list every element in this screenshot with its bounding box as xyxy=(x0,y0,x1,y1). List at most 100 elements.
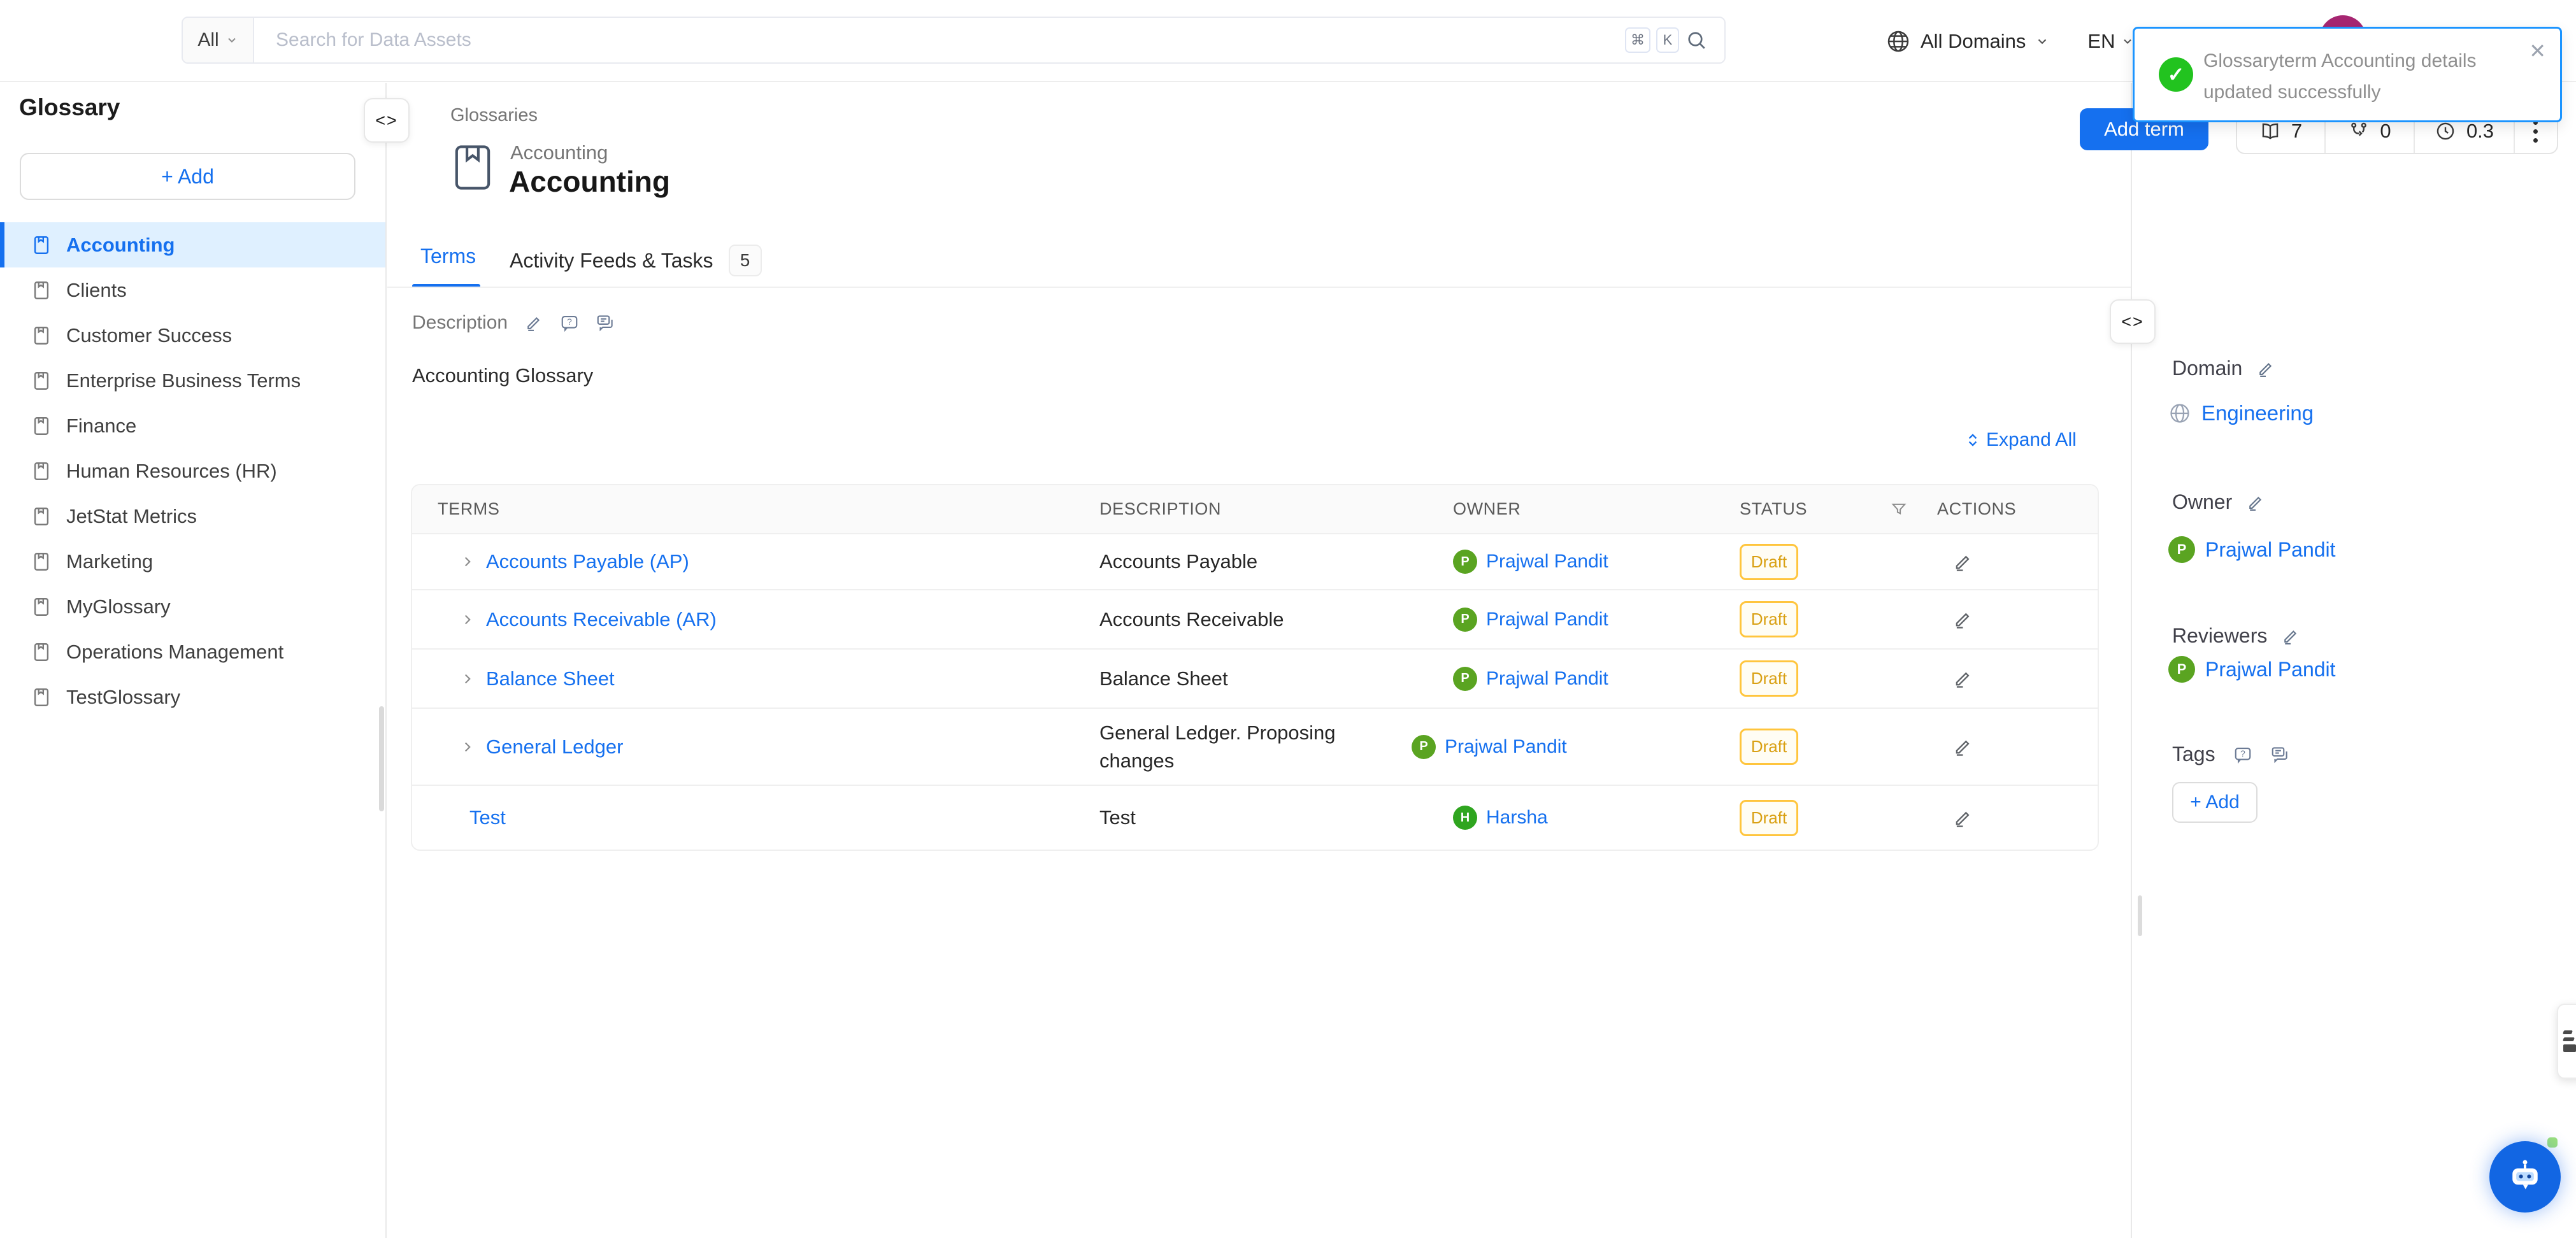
status-badge: Draft xyxy=(1740,800,1798,836)
svg-text:?: ? xyxy=(2240,749,2245,758)
owner-link[interactable]: Prajwal Pandit xyxy=(1486,551,1608,573)
table-row: Accounts Receivable (AR) Accounts Receiv… xyxy=(412,590,2098,650)
add-glossary-button[interactable]: + Add xyxy=(20,153,355,200)
owner-link[interactable]: Prajwal Pandit xyxy=(1445,736,1567,758)
sidebar-item-human-resources[interactable]: Human Resources (HR) xyxy=(0,448,385,494)
domain-link[interactable]: Engineering xyxy=(2201,401,2314,425)
book-icon xyxy=(31,506,52,527)
owner-avatar: P xyxy=(1453,550,1477,574)
term-link[interactable]: Accounts Receivable (AR) xyxy=(486,608,717,631)
table-row: Accounts Payable (AP) Accounts Payable P… xyxy=(412,534,2098,590)
language-selector[interactable]: EN xyxy=(2087,30,2134,53)
edit-reviewers-icon[interactable] xyxy=(2281,627,2300,646)
request-tags-icon[interactable]: ? xyxy=(2233,745,2252,764)
right-panel-divider xyxy=(2131,83,2132,1238)
chat-bot-button[interactable] xyxy=(2489,1141,2561,1213)
toast-close-icon[interactable]: ✕ xyxy=(2529,39,2546,63)
whats-new-widget[interactable] xyxy=(2557,1004,2576,1079)
expand-row-icon[interactable] xyxy=(459,671,476,687)
expand-collapse-icon xyxy=(1964,432,1981,448)
reviewer-value-row: P Prajwal Pandit xyxy=(2168,656,2336,683)
domain-value-row: Engineering xyxy=(2168,401,2314,425)
expand-row-icon[interactable] xyxy=(459,553,476,570)
reviewer-link[interactable]: Prajwal Pandit xyxy=(2205,658,2336,681)
edit-term-icon[interactable] xyxy=(1952,551,1973,573)
kbd-k-badge: K xyxy=(1656,27,1679,53)
reviewer-avatar: P xyxy=(2168,656,2195,683)
page-title: Accounting xyxy=(509,164,670,199)
description-text: Accounting Glossary xyxy=(412,364,593,387)
owner-value-row: P Prajwal Pandit xyxy=(2168,536,2336,563)
tags-section-header: Tags ? xyxy=(2172,743,2289,766)
owner-link[interactable]: Prajwal Pandit xyxy=(1486,609,1608,630)
book-icon xyxy=(31,280,52,301)
chevron-down-icon xyxy=(2035,34,2049,48)
sidebar-item-clients[interactable]: Clients xyxy=(0,267,385,313)
edit-description-icon[interactable] xyxy=(524,313,543,332)
status-badge: Draft xyxy=(1740,601,1798,637)
sidebar-item-label: MyGlossary xyxy=(66,595,171,618)
tab-activity-feeds[interactable]: Activity Feeds & Tasks 5 xyxy=(510,245,762,276)
search-icon[interactable] xyxy=(1685,29,1708,52)
search-input[interactable] xyxy=(254,29,1625,51)
edit-term-icon[interactable] xyxy=(1952,808,1973,829)
book-icon xyxy=(31,687,52,708)
request-description-icon[interactable]: ? xyxy=(560,313,579,332)
owner-avatar: P xyxy=(1412,735,1436,759)
sidebar-item-label: Marketing xyxy=(66,550,153,573)
status-badge: Draft xyxy=(1740,660,1798,697)
tags-comments-icon[interactable] xyxy=(2270,745,2289,764)
term-link[interactable]: Balance Sheet xyxy=(486,667,615,690)
column-actions: ACTIONS xyxy=(1927,499,2098,519)
language-label: EN xyxy=(2087,30,2115,53)
svg-text:?: ? xyxy=(567,317,572,327)
entity-type-label: Accounting xyxy=(510,141,608,164)
term-link[interactable]: Test xyxy=(469,806,506,829)
search-scope-dropdown[interactable]: All xyxy=(183,18,254,62)
main-scrollbar[interactable] xyxy=(2138,895,2142,936)
status-filter-icon[interactable] xyxy=(1890,501,1908,518)
breadcrumb[interactable]: Glossaries xyxy=(450,105,538,126)
add-tag-button[interactable]: + Add xyxy=(2172,782,2258,823)
sidebar-item-finance[interactable]: Finance xyxy=(0,403,385,448)
sidebar-collapse-button[interactable]: <> xyxy=(364,98,410,143)
expand-row-icon[interactable] xyxy=(459,739,476,755)
reviewers-label: Reviewers xyxy=(2172,624,2267,648)
robot-icon xyxy=(2505,1156,2545,1197)
sidebar-item-operations-management[interactable]: Operations Management xyxy=(0,629,385,674)
expand-all-button[interactable]: Expand All xyxy=(1964,429,2077,451)
term-link[interactable]: General Ledger xyxy=(486,736,623,758)
all-domains-dropdown[interactable]: All Domains xyxy=(1885,29,2049,54)
status-badge: Draft xyxy=(1740,544,1798,580)
sidebar-item-label: TestGlossary xyxy=(66,686,180,709)
table-row: Balance Sheet Balance Sheet PPrajwal Pan… xyxy=(412,650,2098,709)
edit-term-icon[interactable] xyxy=(1952,668,1973,689)
task-icon xyxy=(2348,120,2370,142)
term-link[interactable]: Accounts Payable (AP) xyxy=(486,550,689,573)
sidebar-scrollbar[interactable] xyxy=(379,706,384,811)
term-description: Accounts Payable xyxy=(1089,548,1443,576)
owner-link[interactable]: Harsha xyxy=(1486,807,1548,829)
table-row: Test Test HHarsha Draft xyxy=(412,786,2098,850)
sidebar-item-jetstat-metrics[interactable]: JetStat Metrics xyxy=(0,494,385,539)
edit-term-icon[interactable] xyxy=(1952,736,1973,757)
description-header: Description ? xyxy=(412,312,615,334)
sidebar-item-myglossary[interactable]: MyGlossary xyxy=(0,584,385,629)
owner-link[interactable]: Prajwal Pandit xyxy=(1486,668,1608,690)
owner-link[interactable]: Prajwal Pandit xyxy=(2205,538,2336,562)
edit-owner-icon[interactable] xyxy=(2246,493,2265,512)
sidebar-item-marketing[interactable]: Marketing xyxy=(0,539,385,584)
book-icon xyxy=(31,596,52,618)
glossary-entity-icon xyxy=(454,144,492,191)
sidebar-title: Glossary xyxy=(19,94,120,121)
tab-terms[interactable]: Terms xyxy=(420,245,476,268)
sidebar-item-testglossary[interactable]: TestGlossary xyxy=(0,674,385,720)
comments-icon[interactable] xyxy=(596,313,615,332)
sidebar-item-accounting[interactable]: Accounting xyxy=(0,222,385,267)
sidebar-item-customer-success[interactable]: Customer Success xyxy=(0,313,385,358)
sidebar-item-enterprise-business-terms[interactable]: Enterprise Business Terms xyxy=(0,358,385,403)
right-panel-collapse-button[interactable]: <> xyxy=(2110,299,2156,344)
edit-term-icon[interactable] xyxy=(1952,609,1973,630)
expand-row-icon[interactable] xyxy=(459,611,476,628)
edit-domain-icon[interactable] xyxy=(2256,359,2275,378)
